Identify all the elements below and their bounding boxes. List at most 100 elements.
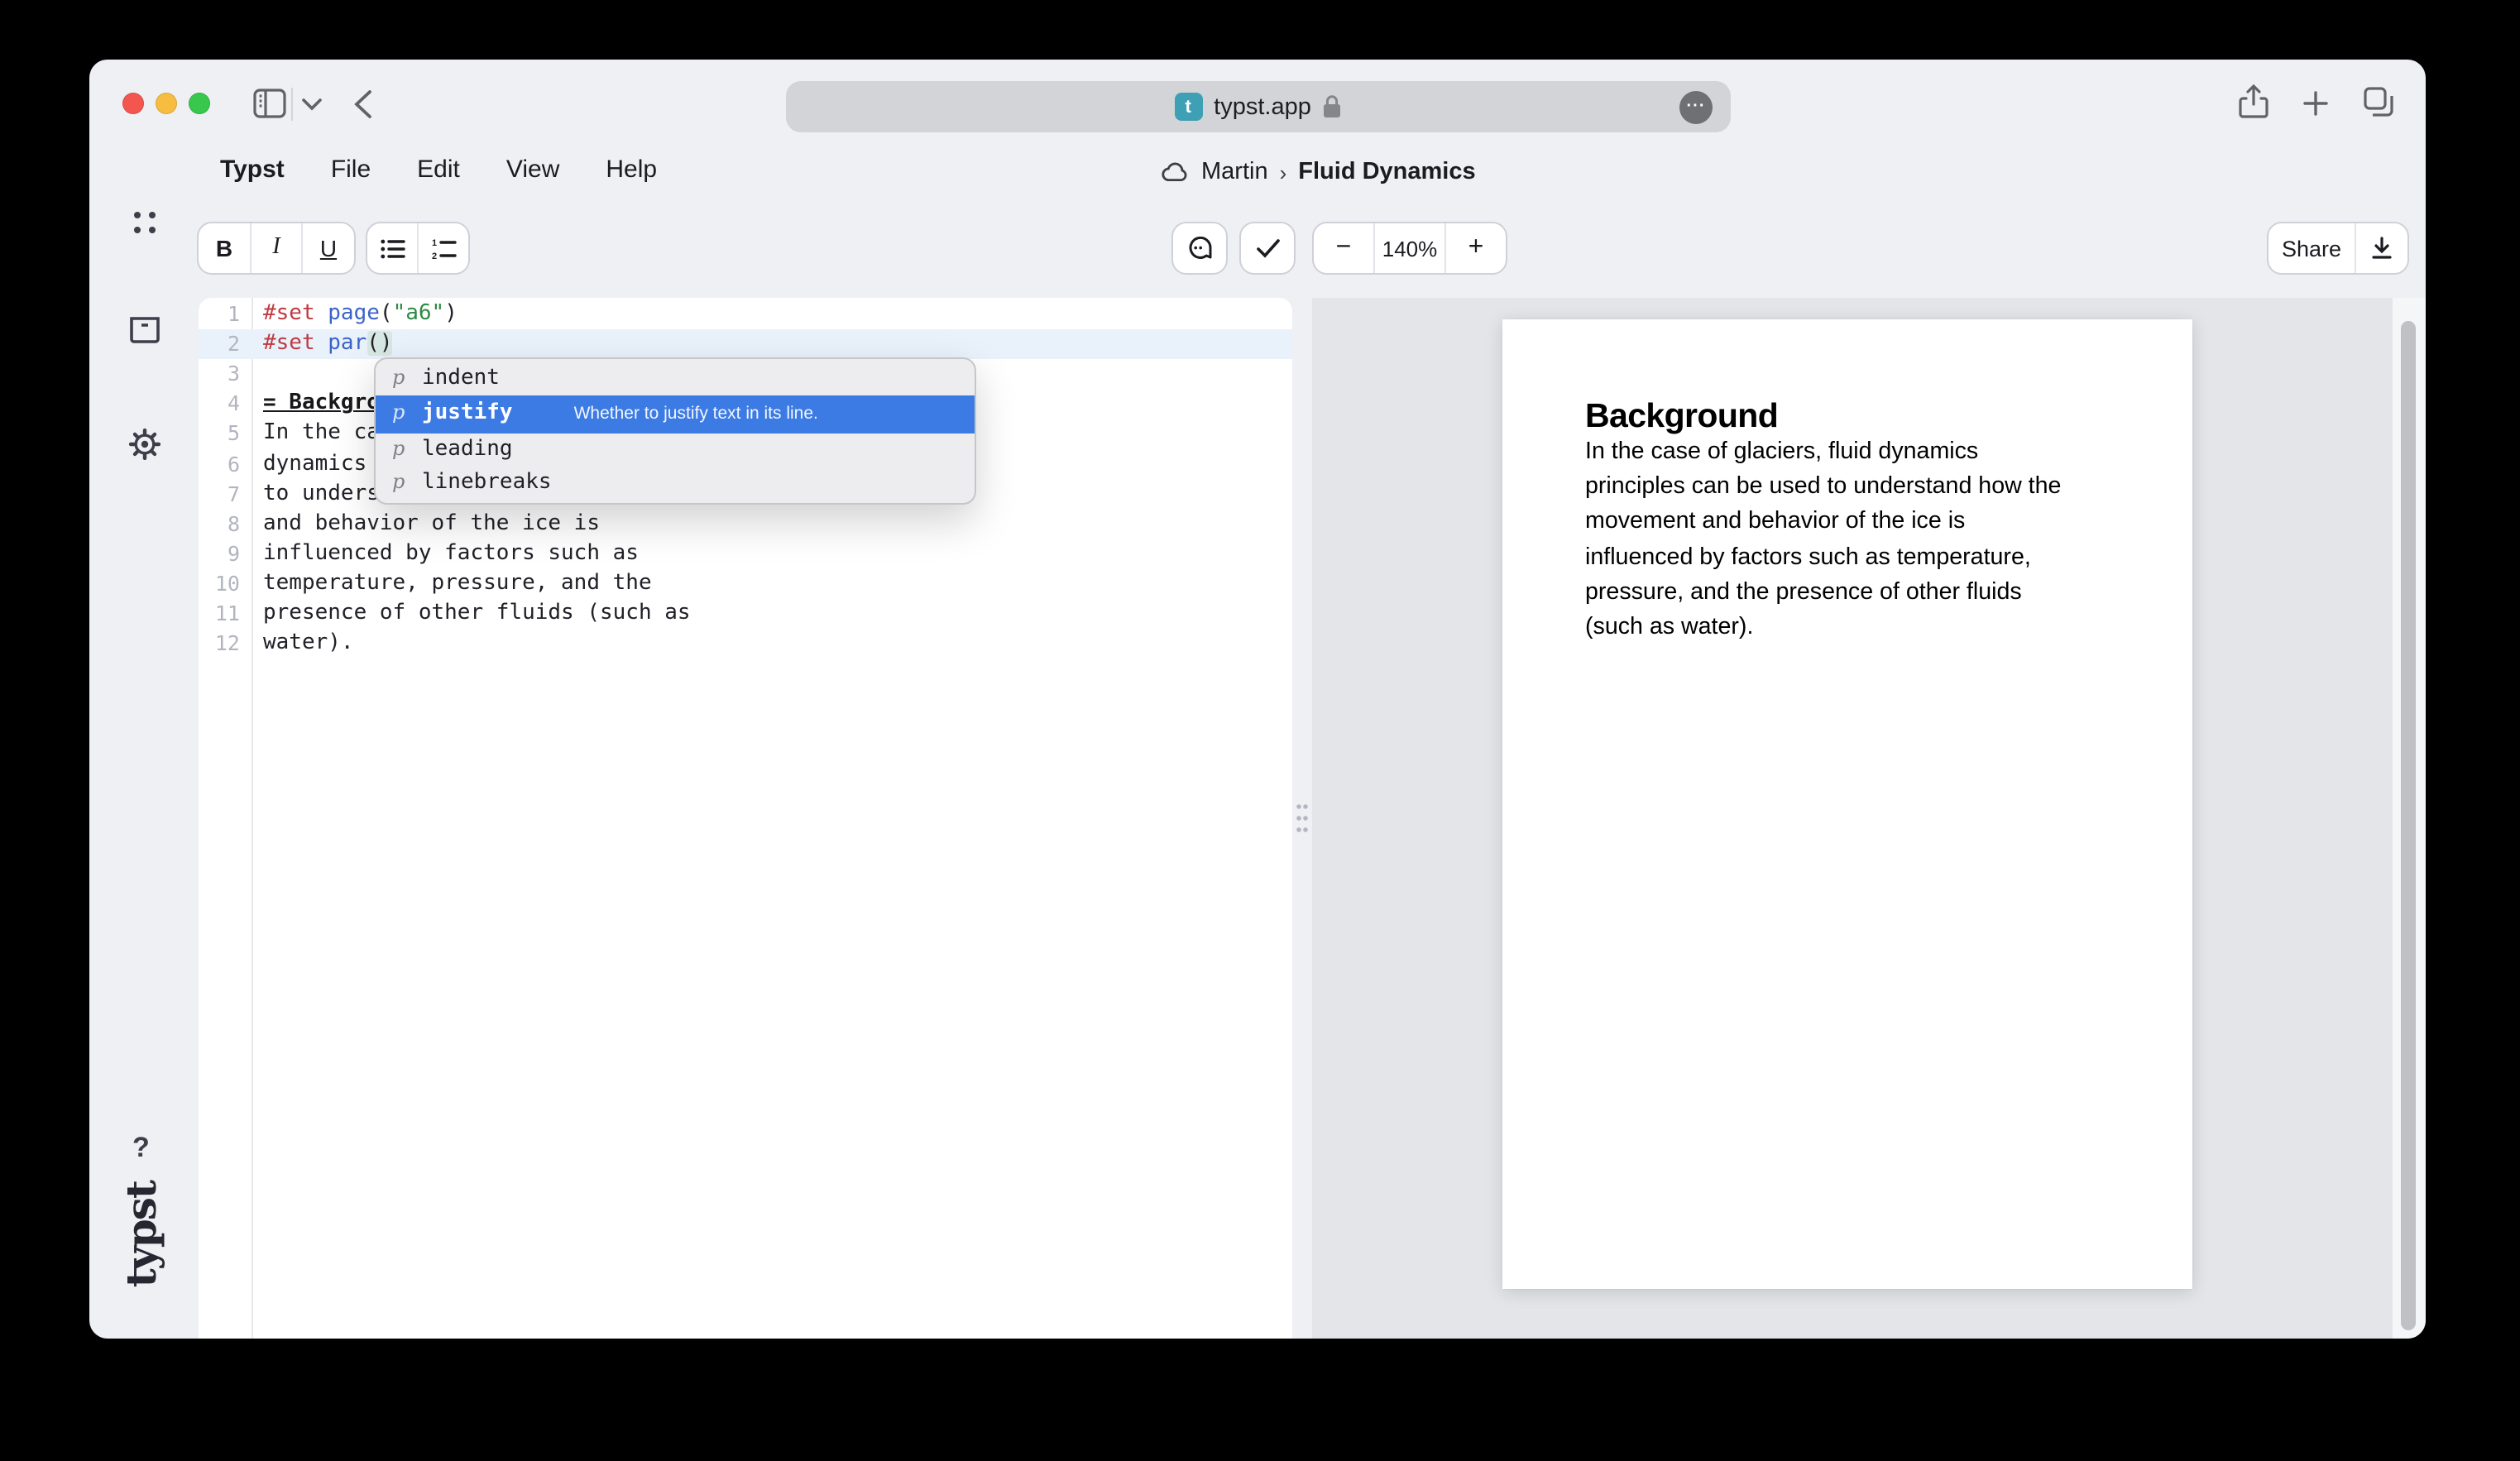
menu-item-typst[interactable]: Typst (220, 156, 285, 184)
share-icon[interactable] (2239, 84, 2268, 121)
preview-paragraph-line: principles can be used to understand how… (1585, 470, 2136, 505)
param-kind-icon: p (392, 366, 407, 389)
line-number: 8 (199, 509, 240, 539)
line-number: 6 (199, 449, 240, 479)
param-kind-icon: p (392, 437, 407, 460)
line-number: 7 (199, 479, 240, 509)
preview-heading: Background (1585, 399, 2136, 435)
menu-item-edit[interactable]: Edit (417, 156, 460, 184)
traffic-close-button[interactable] (122, 93, 144, 114)
cloud-icon (1162, 162, 1190, 182)
code-line-9[interactable]: 9 influenced by factors such as (199, 539, 1292, 569)
preview-scrollbar-track (2393, 298, 2426, 1339)
code-text: #set par() (263, 329, 1292, 359)
autocomplete-item-indent[interactable]: pindent (376, 362, 975, 395)
app-menu-bar: Typst File Edit View Help (220, 156, 657, 184)
line-number: 1 (199, 299, 240, 329)
list-group: 1 2 (366, 222, 470, 275)
code-line-11[interactable]: 11 presence of other fluids (such as (199, 599, 1292, 629)
line-number: 4 (199, 390, 240, 419)
code-text: influenced by factors such as (263, 539, 1292, 569)
autocomplete-item-label: justify (422, 400, 513, 425)
pane-drag-handle[interactable] (1296, 802, 1309, 834)
param-kind-icon: p (392, 400, 407, 424)
page-settings-ellipsis-button[interactable]: ··· (1679, 90, 1713, 123)
help-button[interactable]: ? (132, 1132, 150, 1165)
breadcrumb-separator: › (1280, 160, 1287, 184)
download-icon[interactable] (2355, 223, 2407, 273)
svg-text:2: 2 (431, 251, 436, 259)
bullet-list-button[interactable] (367, 223, 417, 273)
bold-button[interactable]: B (199, 223, 250, 273)
preview-paragraph-line: movement and behavior of the ice is (1585, 505, 2136, 540)
preview-page: Background In the case of glaciers, flui… (1502, 319, 2192, 1289)
settings-gear-icon[interactable] (129, 429, 160, 460)
autocomplete-item-leading[interactable]: p leading (376, 434, 975, 467)
menu-item-help[interactable]: Help (606, 156, 657, 184)
menu-item-file[interactable]: File (331, 156, 371, 184)
code-text: temperature, pressure, and the (263, 569, 1292, 599)
code-line-2[interactable]: 2#set par() (199, 329, 1292, 359)
tab-overview-icon[interactable] (2363, 86, 2394, 117)
traffic-zoom-button[interactable] (189, 93, 210, 114)
code-line-10[interactable]: 10 temperature, pressure, and the (199, 569, 1292, 599)
share-group: Share (2267, 222, 2409, 275)
line-number: 5 (199, 419, 240, 449)
traffic-minimize-button[interactable] (156, 93, 177, 114)
preview-paragraph-line: pressure, and the presence of other flui… (1585, 576, 2136, 611)
share-button[interactable]: Share (2268, 223, 2355, 273)
autocomplete-item-label: leading (422, 437, 513, 462)
autocomplete-item-label: linebreaks (422, 470, 552, 495)
breadcrumb-document[interactable]: Fluid Dynamics (1298, 159, 1475, 185)
zoom-level[interactable]: 140% (1373, 223, 1444, 273)
screen: t typst.app ··· TypstFileE (0, 0, 2520, 1461)
line-number: 12 (199, 629, 240, 659)
breadcrumb: Martin › Fluid Dynamics (1162, 159, 1476, 185)
autocomplete-item-description: Whether to justify text in its line. (574, 404, 818, 424)
check-icon[interactable] (1241, 223, 1294, 273)
autocomplete-item-linebreaks[interactable]: p linebreaks (376, 467, 975, 500)
preview-paragraph: In the case of glaciers, fluid dynamicsp… (1585, 435, 2136, 645)
check-button-group (1239, 222, 1296, 275)
comment-button-group (1171, 222, 1228, 275)
menu-item-view[interactable]: View (506, 156, 560, 184)
numbered-list-button[interactable]: 1 2 (417, 223, 468, 273)
autocomplete-item-label: indent (422, 366, 500, 390)
line-number: 10 (199, 569, 240, 599)
preview-scrollbar-thumb[interactable] (2401, 321, 2416, 1330)
url-bar[interactable]: t typst.app ··· (786, 81, 1731, 132)
typst-favicon: t (1174, 93, 1202, 121)
files-panel-icon[interactable] (129, 316, 160, 344)
sidebar-toggle-icon[interactable] (253, 88, 286, 119)
code-line-12[interactable]: 12 water). (199, 629, 1292, 659)
code-text: presence of other fluids (such as (263, 599, 1292, 629)
code-line-1[interactable]: 1#set page("a6") (199, 299, 1292, 329)
svg-text:1: 1 (431, 237, 436, 247)
apps-grid-icon[interactable] (132, 210, 157, 235)
autocomplete-dropdown: pindentpjustifyWhether to justify text i… (374, 357, 976, 505)
text-style-group: B I U (197, 222, 356, 275)
breadcrumb-owner[interactable]: Martin (1201, 159, 1268, 185)
chrome-divider (291, 88, 293, 121)
param-kind-icon: p (392, 470, 407, 493)
line-number: 3 (199, 359, 240, 389)
lock-icon (1323, 94, 1343, 119)
chevron-down-icon[interactable] (301, 98, 323, 111)
zoom-in-button[interactable]: + (1444, 223, 1506, 273)
back-icon[interactable] (354, 89, 372, 119)
underline-button[interactable]: U (301, 223, 354, 273)
url-host: typst.app (1214, 93, 1311, 120)
line-number: 9 (199, 539, 240, 569)
code-text: and behavior of the ice is (263, 509, 1292, 539)
safari-window: t typst.app ··· TypstFileE (89, 60, 2426, 1339)
comment-icon[interactable] (1173, 223, 1226, 273)
autocomplete-item-justify[interactable]: p justify Whether to justify text in its l… (376, 395, 975, 434)
new-tab-icon[interactable] (2303, 91, 2328, 116)
preview-paragraph-line: influenced by factors such as temperatur… (1585, 540, 2136, 575)
zoom-out-button[interactable]: − (1314, 223, 1373, 273)
code-text: water). (263, 629, 1292, 659)
typst-logo: typst (117, 1181, 165, 1287)
code-line-8[interactable]: 8 and behavior of the ice is (199, 509, 1292, 539)
italic-button[interactable]: I (250, 223, 301, 273)
line-number: 11 (199, 599, 240, 629)
